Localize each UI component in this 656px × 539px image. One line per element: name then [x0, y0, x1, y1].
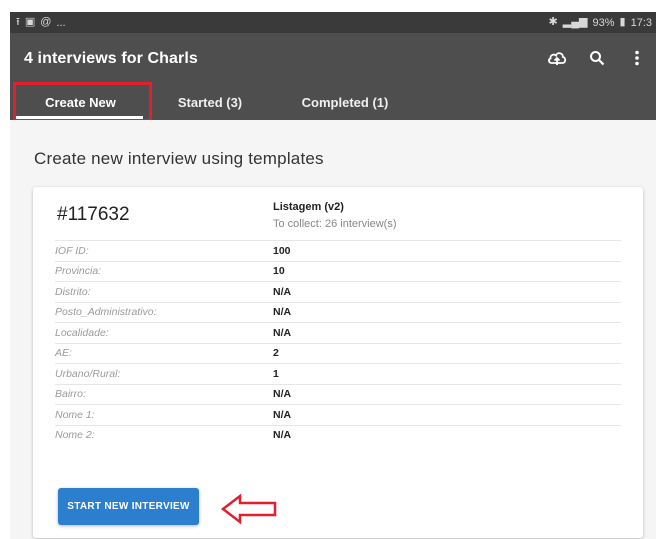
- field-row: Localidade: N/A: [55, 322, 621, 343]
- field-label: Localidade:: [55, 326, 109, 339]
- field-row: AE: 2: [55, 342, 621, 364]
- app-bar: 4 interviews for Charls Create New Start…: [10, 33, 656, 120]
- field-value: 2: [273, 347, 279, 360]
- tab-bar: Create New Started (3) Completed (1): [10, 85, 656, 120]
- field-label: Provincia:: [55, 265, 102, 278]
- tab-create-new[interactable]: Create New: [14, 85, 147, 120]
- bluetooth-icon: ✱: [548, 16, 558, 28]
- field-label: Nome 1:: [55, 408, 95, 421]
- field-value: N/A: [273, 306, 292, 319]
- tab-started[interactable]: Started (3): [160, 85, 260, 120]
- at-icon: @: [40, 16, 52, 28]
- status-time: 17:3: [630, 16, 652, 29]
- cloud-sync-icon[interactable]: [546, 47, 568, 69]
- field-label: Nome 2:: [55, 429, 95, 442]
- template-id: #117632: [57, 204, 130, 225]
- field-value: 10: [273, 265, 285, 278]
- field-label: AE:: [55, 347, 72, 360]
- app-title: 4 interviews for Charls: [24, 50, 198, 67]
- field-label: Urbano/Rural:: [55, 367, 121, 380]
- field-value: N/A: [273, 285, 292, 298]
- status-more-dots: ...: [56, 16, 66, 29]
- template-card: #117632 Listagem (v2) To collect: 26 int…: [33, 187, 643, 538]
- field-value: 100: [273, 244, 291, 257]
- field-value: 1: [273, 367, 279, 380]
- field-label: Posto_Administrativo:: [55, 306, 157, 319]
- field-label: IOF ID:: [55, 244, 89, 257]
- status-right: ✱ ▂▄▆ 93% ▮ 17:3: [549, 17, 652, 29]
- start-new-interview-button[interactable]: START NEW INTERVIEW: [58, 488, 199, 525]
- active-tab-indicator: [16, 116, 143, 119]
- template-name: Listagem (v2): [273, 201, 344, 213]
- field-value: N/A: [273, 388, 292, 401]
- image-icon: ▣: [24, 16, 36, 28]
- field-value: N/A: [273, 408, 292, 421]
- field-label: Distrito:: [55, 285, 91, 298]
- field-value: N/A: [273, 429, 292, 442]
- field-row: Posto_Administrativo: N/A: [55, 301, 621, 323]
- field-row: Distrito: N/A: [55, 281, 621, 302]
- field-table: IOF ID: 100 Provincia: 10 Distrito: N/A …: [55, 240, 621, 445]
- tab-completed[interactable]: Completed (1): [285, 85, 405, 120]
- battery-percent: 93%: [592, 16, 615, 29]
- field-row: Urbano/Rural: 1: [55, 363, 621, 384]
- more-vert-icon[interactable]: [626, 47, 648, 69]
- status-bar: ⭱ ▣ @ ... ✱ ▂▄▆ 93% ▮ 17:3: [10, 12, 656, 33]
- status-left: ⭱ ▣ @ ...: [16, 17, 66, 29]
- template-to-collect: To collect: 26 interview(s): [273, 218, 397, 230]
- upload-icon: ⭱: [16, 16, 20, 28]
- field-value: N/A: [273, 326, 292, 339]
- section-title: Create new interview using templates: [34, 149, 324, 168]
- app-actions: [546, 47, 648, 69]
- field-row: Bairro: N/A: [55, 383, 621, 405]
- field-label: Bairro:: [55, 388, 86, 401]
- main-content: Create new interview using templates #11…: [10, 120, 656, 539]
- field-row: Provincia: 10: [55, 260, 621, 282]
- search-icon[interactable]: [586, 47, 608, 69]
- field-row: IOF ID: 100: [55, 240, 621, 261]
- field-row: Nome 1: N/A: [55, 404, 621, 425]
- signal-icon: ▂▄▆: [562, 16, 588, 28]
- battery-icon: ▮: [619, 16, 626, 28]
- field-row: Nome 2: N/A: [55, 424, 621, 446]
